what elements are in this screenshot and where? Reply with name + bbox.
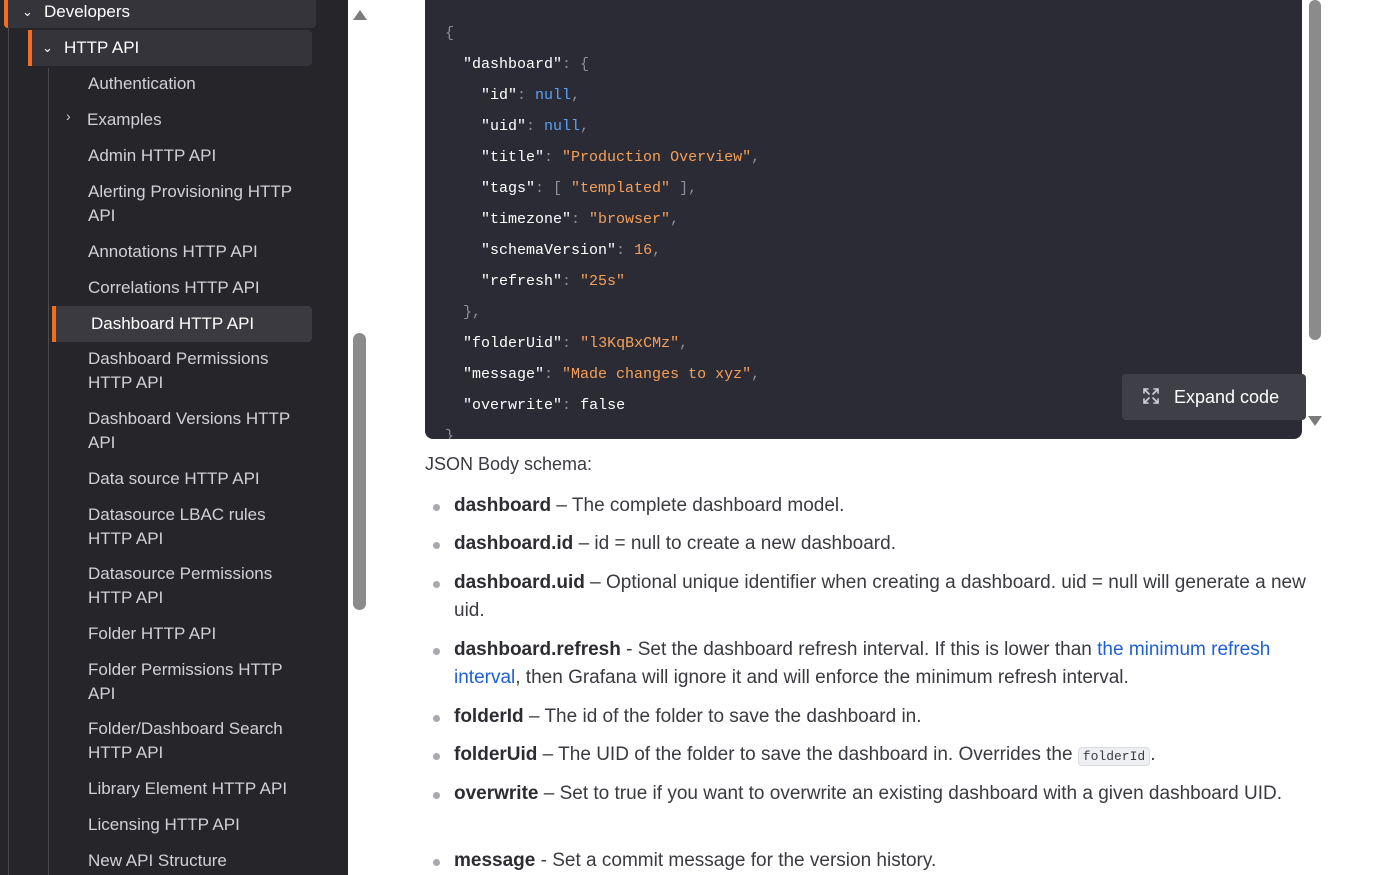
sidebar-item-folder-dashboard-search[interactable]: Folder/Dashboard Search HTTP API [88,717,308,765]
code-value: "Production Overview" [562,149,752,166]
bullet-icon [433,753,440,760]
sidebar-item-dashboard-versions[interactable]: Dashboard Versions HTTP API [88,407,308,455]
sidebar-item-folder-permissions[interactable]: Folder Permissions HTTP API [88,658,308,706]
list-item: message - Set a commit message for the v… [433,847,1326,875]
code-value: false [580,397,626,414]
code-key: "uid" [481,118,527,135]
chevron-right-icon[interactable]: › [66,108,71,124]
code-value: null [535,87,572,104]
bullet-icon [433,648,440,655]
list-item: dashboard.id – id = null to create a new… [433,530,1326,558]
code-value: null [544,118,581,135]
sidebar-item-admin-http-api[interactable]: Admin HTTP API [88,144,308,168]
code-value: "l3KqBxCMz" [580,335,680,352]
sidebar-item-developers[interactable]: ⌄ Developers [4,0,316,28]
code-key: "message" [463,366,545,383]
code-key: "dashboard" [463,56,563,73]
sidebar-item-new-api-structure[interactable]: New API Structure [88,849,308,873]
bullet-icon [433,715,440,722]
inline-code: folderId [1077,747,1151,766]
scroll-down-arrow-icon[interactable] [1308,416,1322,426]
sidebar-item-annotations[interactable]: Annotations HTTP API [88,240,308,264]
sidebar-item-licensing[interactable]: Licensing HTTP API [88,813,308,837]
code-value: 16 [634,242,653,259]
code-scrollbar[interactable] [1306,0,1324,438]
code-key: "tags" [481,180,536,197]
list-item: folderId – The id of the folder to save … [433,703,1326,731]
bullet-icon [433,581,440,588]
sidebar-item-dashboard-permissions[interactable]: Dashboard Permissions HTTP API [88,347,308,395]
bullet-icon [433,859,440,866]
scroll-up-arrow-icon[interactable] [353,10,367,20]
code-value: "templated" [571,180,671,197]
chevron-down-icon: ⌄ [42,40,53,55]
code-scrollbar-thumb[interactable] [1309,0,1321,340]
bullet-icon [433,542,440,549]
bullet-icon [433,504,440,511]
sidebar-item-http-api[interactable]: ⌄ HTTP API [28,30,312,66]
tree-guide-line [8,24,9,875]
json-code: { "dashboard": { "id": null, "uid": null… [445,25,761,439]
list-item: overwrite – Set to true if you want to o… [433,780,1326,808]
sidebar-item-dashboard-http-api[interactable]: Dashboard HTTP API [52,306,312,342]
code-key: "folderUid" [463,335,563,352]
scrollbar-thumb[interactable] [353,333,366,610]
code-value: "Made changes to xyz" [562,366,752,383]
sidebar-item-folder[interactable]: Folder HTTP API [88,622,308,646]
code-key: "title" [481,149,545,166]
code-value: "25s" [580,273,626,290]
sidebar-item-correlations[interactable]: Correlations HTTP API [88,276,308,300]
sidebar-item-datasource-permissions[interactable]: Datasource Permissions HTTP API [88,562,308,610]
expand-code-button[interactable]: Expand code [1122,374,1306,420]
code-key: "refresh" [481,273,563,290]
schema-heading: JSON Body schema: [425,454,593,474]
sidebar-item-alerting-provisioning[interactable]: Alerting Provisioning HTTP API [88,180,308,228]
list-item: dashboard.refresh - Set the dashboard re… [433,636,1326,692]
sidebar-item-library-element[interactable]: Library Element HTTP API [88,777,308,801]
sidebar-item-authentication[interactable]: Authentication [88,72,308,96]
code-key: "timezone" [481,211,572,228]
sidebar-item-examples[interactable]: Examples [87,108,307,132]
chevron-down-icon: ⌄ [22,4,33,19]
code-key: "id" [481,87,518,104]
tree-guide-line [48,68,49,875]
list-item: dashboard.uid – Optional unique identifi… [433,569,1326,625]
page-scrollbar[interactable] [348,0,370,875]
expand-icon [1143,388,1159,404]
sidebar-item-datasource-lbac[interactable]: Datasource LBAC rules HTTP API [88,503,308,551]
code-key: "schemaVersion" [481,242,617,259]
code-key: "overwrite" [463,397,563,414]
list-item: dashboard – The complete dashboard model… [433,492,1326,520]
code-value: "browser" [589,211,671,228]
docs-sidebar: ⌄ Developers ⌄ HTTP API Authentication ›… [0,0,348,875]
sidebar-item-data-source[interactable]: Data source HTTP API [88,467,308,491]
list-item: folderUid – The UID of the folder to sav… [433,741,1326,771]
bullet-icon [433,792,440,799]
